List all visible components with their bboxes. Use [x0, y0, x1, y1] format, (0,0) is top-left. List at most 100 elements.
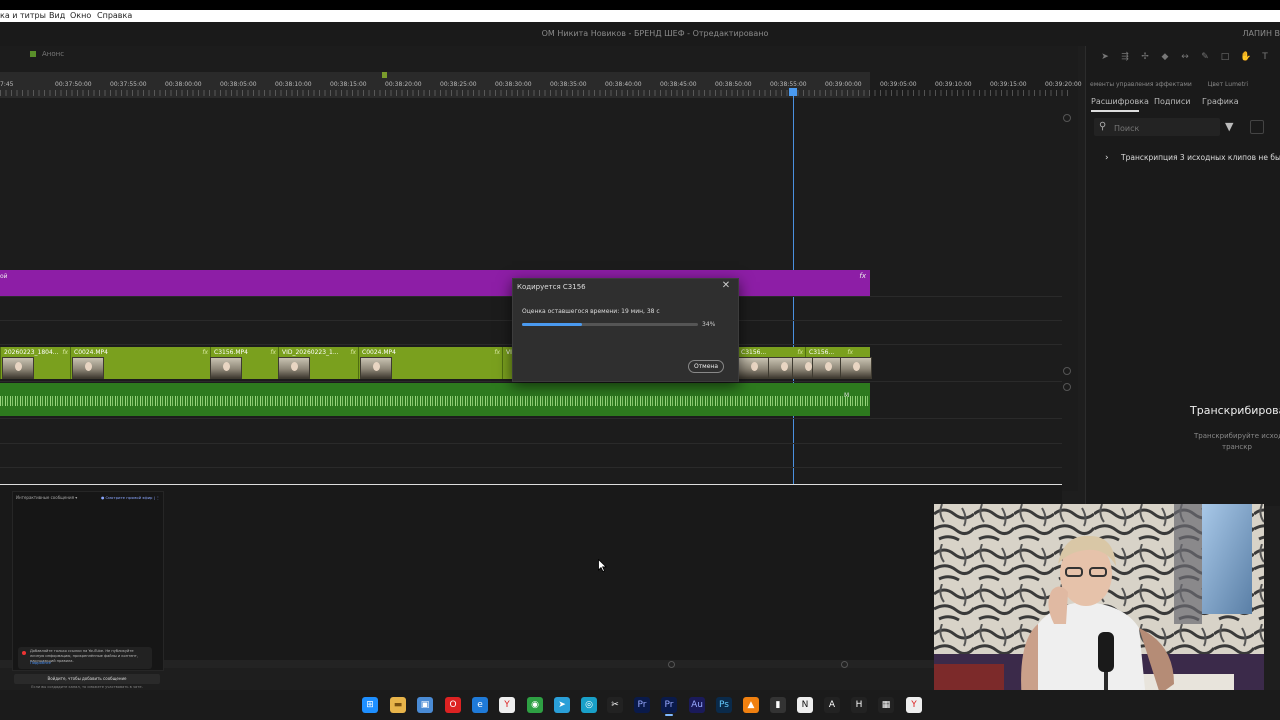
in-point-marker[interactable]: [382, 72, 387, 78]
rectangle-tool-icon[interactable]: □: [1220, 52, 1230, 62]
time-remaining-text: Оценка оставшегося времени: 19 мин, 38 с: [522, 308, 660, 315]
ruler-tick-label: 00:39:00:00: [825, 81, 862, 88]
clip-name: 20260223_1804...: [4, 349, 59, 356]
search-input[interactable]: [1112, 120, 1216, 136]
vpn-icon[interactable]: ◎: [581, 697, 597, 713]
box-icon[interactable]: ▦: [878, 697, 894, 713]
clip-name: C0024.MP4: [74, 349, 108, 356]
slip-tool-icon[interactable]: ↔: [1180, 52, 1190, 62]
tab-effect-controls[interactable]: ементы управления эффектами: [1090, 81, 1192, 88]
scroll-handle-top[interactable]: [1063, 114, 1071, 122]
tab-lumetri-color[interactable]: Цвет Lumetri: [1208, 81, 1248, 88]
chat-signin-button[interactable]: Войдите, чтобы добавить сообщение: [14, 674, 160, 684]
webcam-video-image: [934, 504, 1264, 720]
clip-thumbnail: [2, 357, 34, 379]
live-chat-widget: [12, 491, 164, 671]
selection-tool-icon[interactable]: ➤: [1100, 52, 1110, 62]
ruler-tick-label: 00:38:35:00: [550, 81, 587, 88]
ruler-tick-label: 7:45: [0, 81, 14, 88]
panel-tabs: ементы управления эффектами Цвет Lumetri: [1090, 81, 1262, 88]
chrome-icon[interactable]: ◉: [527, 697, 543, 713]
clip-name: C3156.MP4: [214, 349, 248, 356]
menu-item-graphics[interactable]: ка и титры: [0, 11, 46, 20]
fx-badge: fx: [859, 272, 866, 280]
track-divider: [0, 467, 1062, 468]
hand-tool-icon[interactable]: ✋: [1240, 52, 1251, 62]
tab-captions[interactable]: Подписи: [1154, 97, 1190, 106]
scroll-handle-top[interactable]: [1063, 383, 1071, 391]
playhead-handle[interactable]: [789, 88, 797, 96]
tab-transcript[interactable]: Расшифровка: [1091, 97, 1149, 106]
fx-badge: fx: [350, 349, 356, 356]
vlc-icon[interactable]: ▲: [743, 697, 759, 713]
premiere-icon[interactable]: Pr: [634, 697, 650, 713]
ruler-tick-label: 00:38:40:00: [605, 81, 642, 88]
audio-waveform[interactable]: [0, 396, 870, 406]
clip-name: C3156...: [741, 349, 767, 356]
menu-item-window[interactable]: Окно: [70, 11, 91, 20]
close-icon[interactable]: ✕: [721, 280, 731, 291]
audition-icon[interactable]: Au: [689, 697, 705, 713]
hh-icon[interactable]: H: [851, 697, 867, 713]
timeline-panel: [0, 46, 1078, 491]
premiere-active-icon[interactable]: Pr: [661, 697, 677, 713]
photoshop-icon[interactable]: Ps: [716, 697, 732, 713]
pen-tool-icon[interactable]: ✎: [1200, 52, 1210, 62]
notion-icon[interactable]: N: [797, 697, 813, 713]
yandex-icon[interactable]: Y: [499, 697, 515, 713]
audio-marker: M: [844, 392, 850, 399]
chat-mode-dropdown[interactable]: Интерактивные сообщения ▾: [16, 495, 77, 500]
warning-icon: [22, 651, 26, 655]
track-select-tool-icon[interactable]: ⇶: [1120, 52, 1130, 62]
ruler-tick-label: 00:38:50:00: [715, 81, 752, 88]
dialog-title: Кодируется C3156: [517, 283, 586, 291]
yandex-browser-icon[interactable]: Y: [906, 697, 922, 713]
clip-thumbnail: [840, 357, 872, 379]
menu-bar: ка и титры Вид Окно Справка: [0, 10, 1280, 22]
cancel-button[interactable]: Отмена: [688, 360, 724, 373]
fx-badge: fx: [797, 349, 803, 356]
filter-icon[interactable]: ▼: [1225, 120, 1233, 133]
chevron-right-icon[interactable]: ›: [1105, 153, 1121, 163]
fx-badge: fx: [847, 349, 853, 356]
progress-fill: [522, 323, 582, 326]
webcam-overlay: [934, 504, 1264, 720]
telegram-icon[interactable]: ➤: [554, 697, 570, 713]
type-tool-icon[interactable]: T: [1260, 52, 1270, 62]
menu-item-help[interactable]: Справка: [97, 11, 132, 20]
capcut-icon[interactable]: ✂: [607, 697, 623, 713]
ruler-tick-label: 00:38:25:00: [440, 81, 477, 88]
transcript-search[interactable]: ⚲: [1094, 118, 1220, 136]
opera-icon[interactable]: O: [445, 697, 461, 713]
terminal-icon[interactable]: ▮: [770, 697, 786, 713]
edge-icon[interactable]: e: [472, 697, 488, 713]
top-strip: [0, 0, 1280, 10]
transcribe-description: Транскрибируйте исход транскр: [1194, 431, 1280, 453]
progress-percent: 34%: [702, 321, 716, 328]
transcript-notice[interactable]: › Транскрипция 3 исходных клипов не была …: [1105, 153, 1280, 163]
scroll-handle-right[interactable]: [841, 661, 848, 668]
scroll-handle-bottom[interactable]: [1063, 367, 1071, 375]
windows-icon[interactable]: ⊞: [362, 697, 378, 713]
apps-icon[interactable]: A: [824, 697, 840, 713]
adjustment-layer-clip[interactable]: ой fx: [0, 270, 870, 296]
sequence-tab[interactable]: Анонс: [30, 50, 64, 58]
title-bar: ОМ Никита Новиков - БРЕНД ШЕФ - Отредакт…: [0, 22, 1280, 46]
chat-warning-link[interactable]: Подробнее: [30, 661, 51, 666]
ruler-tick-label: 00:37:50:00: [55, 81, 92, 88]
ripple-tool-icon[interactable]: ✢: [1140, 52, 1150, 62]
tab-graphics[interactable]: Графика: [1202, 97, 1239, 106]
fx-badge: fx: [494, 349, 500, 356]
user-name[interactable]: ЛАПИН В: [1242, 29, 1280, 38]
folder-icon[interactable]: ▬: [390, 697, 406, 713]
timeline-vertical-scrollbar[interactable]: [1062, 100, 1072, 492]
clip-thumbnail: [210, 357, 242, 379]
razor-tool-icon[interactable]: ◆: [1160, 52, 1170, 62]
photos-icon[interactable]: ▣: [417, 697, 433, 713]
chat-live-link[interactable]: ● Смотрите прямой эфир | ⋮: [101, 495, 160, 500]
menu-item-view[interactable]: Вид: [49, 11, 65, 20]
ruler-tick-label: 00:38:45:00: [660, 81, 697, 88]
scroll-handle-left[interactable]: [668, 661, 675, 668]
options-icon[interactable]: [1250, 120, 1264, 134]
ruler-ticks: [0, 90, 1070, 96]
